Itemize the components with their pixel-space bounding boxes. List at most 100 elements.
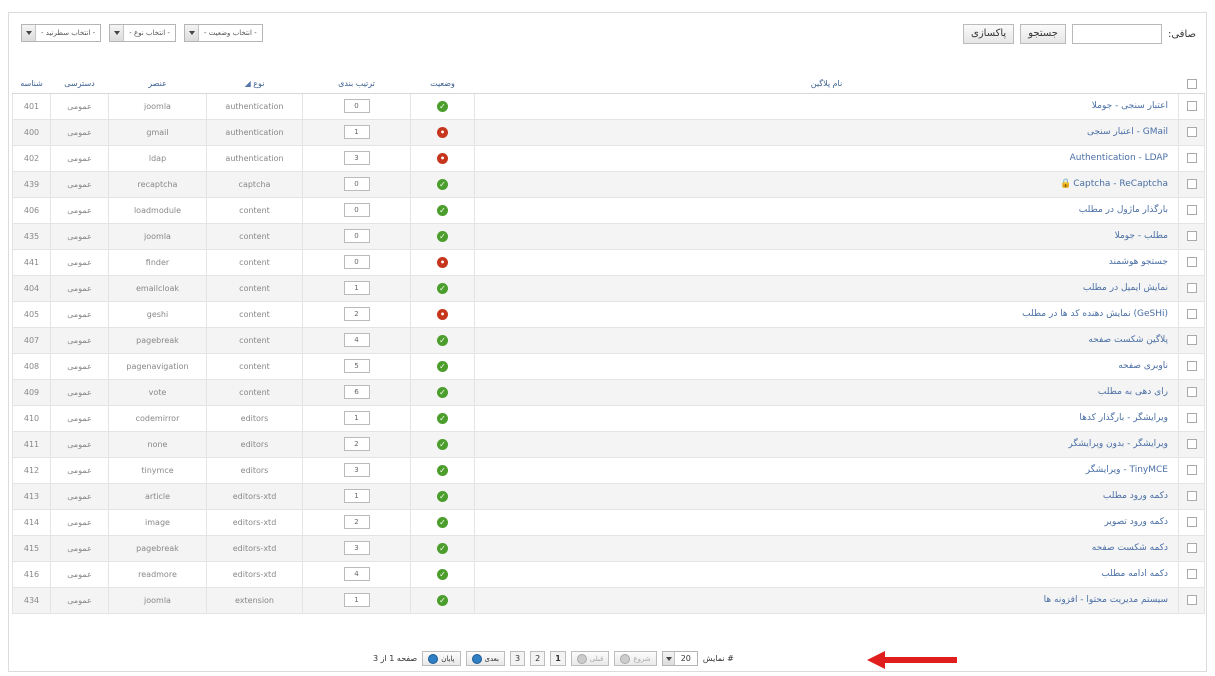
row-checkbox[interactable]: [1186, 283, 1197, 293]
plugin-name-link[interactable]: نمایش ایمیل در مطلب: [1083, 283, 1168, 293]
row-checkbox[interactable]: [1186, 543, 1197, 553]
end-button[interactable]: پایان: [422, 651, 461, 666]
plugin-access[interactable]: عمومی: [50, 170, 109, 198]
column-access[interactable]: دسترسی: [50, 75, 109, 94]
plugin-name-link[interactable]: ویرایشگر - بارگذار کدها: [1079, 413, 1168, 423]
plugin-access[interactable]: عمومی: [50, 586, 109, 614]
reset-button[interactable]: پاکسازی: [963, 24, 1015, 44]
check-circle-icon[interactable]: ✓: [437, 594, 448, 606]
plugin-access[interactable]: عمومی: [50, 482, 109, 510]
x-circle-icon[interactable]: •: [437, 308, 448, 320]
plugin-access[interactable]: عمومی: [50, 144, 109, 172]
ordering-input[interactable]: 0: [343, 203, 370, 217]
ordering-input[interactable]: 2: [343, 515, 370, 529]
plugin-name-link[interactable]: مطلب - جوملا: [1115, 231, 1168, 241]
plugin-access[interactable]: عمومی: [50, 326, 109, 354]
row-checkbox[interactable]: [1186, 309, 1197, 319]
ordering-input[interactable]: 4: [343, 333, 370, 347]
check-circle-icon[interactable]: ✓: [437, 542, 448, 554]
check-circle-icon[interactable]: ✓: [437, 360, 448, 372]
plugin-name-link[interactable]: جستجو هوشمند: [1109, 257, 1168, 267]
plugin-name-link[interactable]: سیستم مدیریت محتوا - افزونه ها: [1044, 595, 1168, 605]
ordering-input[interactable]: 5: [343, 359, 370, 373]
row-checkbox[interactable]: [1186, 413, 1197, 423]
plugin-name-link[interactable]: اعتبار سنجی - جوملا: [1092, 101, 1168, 111]
column-status[interactable]: وضعیت: [410, 75, 475, 94]
page-3[interactable]: 3: [510, 651, 526, 666]
plugin-access[interactable]: عمومی: [50, 274, 109, 302]
plugin-name-link[interactable]: دکمه ورود تصویر: [1104, 517, 1168, 527]
row-checkbox[interactable]: [1186, 491, 1197, 501]
checkbox[interactable]: [1186, 78, 1197, 89]
status-select[interactable]: - انتخاب وضعیت -: [183, 24, 263, 42]
plugin-access[interactable]: عمومی: [50, 378, 109, 406]
plugin-access[interactable]: عمومی: [50, 404, 109, 432]
check-circle-icon[interactable]: ✓: [437, 438, 448, 450]
row-checkbox[interactable]: [1186, 387, 1197, 397]
plugin-access[interactable]: عمومی: [50, 248, 109, 276]
plugin-name-link[interactable]: پلاگین شکست صفحه: [1088, 335, 1168, 345]
row-checkbox[interactable]: [1186, 205, 1197, 215]
column-element[interactable]: عنصر: [108, 75, 207, 94]
plugin-name-link[interactable]: بارگذار ماژول در مطلب: [1079, 205, 1168, 215]
check-circle-icon[interactable]: ✓: [437, 516, 448, 528]
row-checkbox[interactable]: [1186, 231, 1197, 241]
row-checkbox[interactable]: [1186, 569, 1197, 579]
access-select[interactable]: - انتخاب سطرنید -: [21, 24, 102, 42]
ordering-input[interactable]: 3: [343, 151, 370, 165]
check-circle-icon[interactable]: ✓: [437, 178, 448, 190]
select-all-checkbox[interactable]: [1178, 75, 1205, 94]
ordering-input[interactable]: 4: [343, 567, 370, 581]
start-button[interactable]: شروع: [614, 651, 657, 666]
ordering-input[interactable]: 6: [343, 385, 370, 399]
check-circle-icon[interactable]: ✓: [437, 464, 448, 476]
x-circle-icon[interactable]: •: [437, 126, 448, 138]
row-checkbox[interactable]: [1186, 361, 1197, 371]
plugin-access[interactable]: عمومی: [50, 300, 109, 328]
ordering-input[interactable]: 3: [343, 463, 370, 477]
check-circle-icon[interactable]: ✓: [437, 230, 448, 242]
check-circle-icon[interactable]: ✓: [437, 568, 448, 580]
plugin-name-link[interactable]: دکمه شکست صفحه: [1092, 543, 1168, 553]
row-checkbox[interactable]: [1186, 595, 1197, 605]
x-circle-icon[interactable]: •: [437, 152, 448, 164]
search-button[interactable]: جستجو: [1020, 24, 1066, 44]
column-id[interactable]: شناسه: [12, 75, 51, 94]
search-input[interactable]: [1071, 24, 1162, 44]
plugin-access[interactable]: عمومی: [50, 430, 109, 458]
page-1[interactable]: 1: [550, 651, 566, 666]
plugin-name-link[interactable]: Authentication - LDAP: [1070, 153, 1168, 163]
column-name[interactable]: نام پلاگین: [474, 75, 1179, 94]
ordering-input[interactable]: 1: [343, 593, 370, 607]
column-type[interactable]: ◢ نوع: [206, 75, 303, 94]
plugin-access[interactable]: عمومی: [50, 534, 109, 562]
next-button[interactable]: بعدی: [465, 651, 505, 666]
check-circle-icon[interactable]: ✓: [437, 412, 448, 424]
x-circle-icon[interactable]: •: [437, 256, 448, 268]
check-circle-icon[interactable]: ✓: [437, 100, 448, 112]
row-checkbox[interactable]: [1186, 439, 1197, 449]
plugin-access[interactable]: عمومی: [50, 222, 109, 250]
ordering-input[interactable]: 1: [343, 411, 370, 425]
plugin-name-link[interactable]: ویرایشگر - بدون ویرایشگر: [1068, 439, 1168, 449]
ordering-input[interactable]: 1: [343, 489, 370, 503]
row-checkbox[interactable]: [1186, 179, 1197, 189]
type-select[interactable]: - انتخاب نوع -: [109, 24, 176, 42]
plugin-name-link[interactable]: ناوبری صفحه: [1118, 361, 1168, 371]
plugin-name-link[interactable]: ویرایشگر - TinyMCE: [1086, 465, 1168, 475]
plugin-access[interactable]: عمومی: [50, 456, 109, 484]
ordering-input[interactable]: 1: [343, 281, 370, 295]
page-2[interactable]: 2: [530, 651, 546, 666]
plugin-name-link[interactable]: Captcha - ReCaptcha: [1073, 179, 1168, 189]
plugin-name-link[interactable]: دکمه ادامه مطلب: [1101, 569, 1168, 579]
ordering-input[interactable]: 0: [343, 255, 370, 269]
row-checkbox[interactable]: [1186, 465, 1197, 475]
plugin-access[interactable]: عمومی: [50, 196, 109, 224]
ordering-input[interactable]: 2: [343, 437, 370, 451]
ordering-input[interactable]: 0: [343, 99, 370, 113]
ordering-input[interactable]: 0: [343, 177, 370, 191]
plugin-name-link[interactable]: رای دهی به مطلب: [1098, 387, 1168, 397]
row-checkbox[interactable]: [1186, 153, 1197, 163]
list-limit-select[interactable]: 20: [661, 651, 698, 666]
row-checkbox[interactable]: [1186, 335, 1197, 345]
